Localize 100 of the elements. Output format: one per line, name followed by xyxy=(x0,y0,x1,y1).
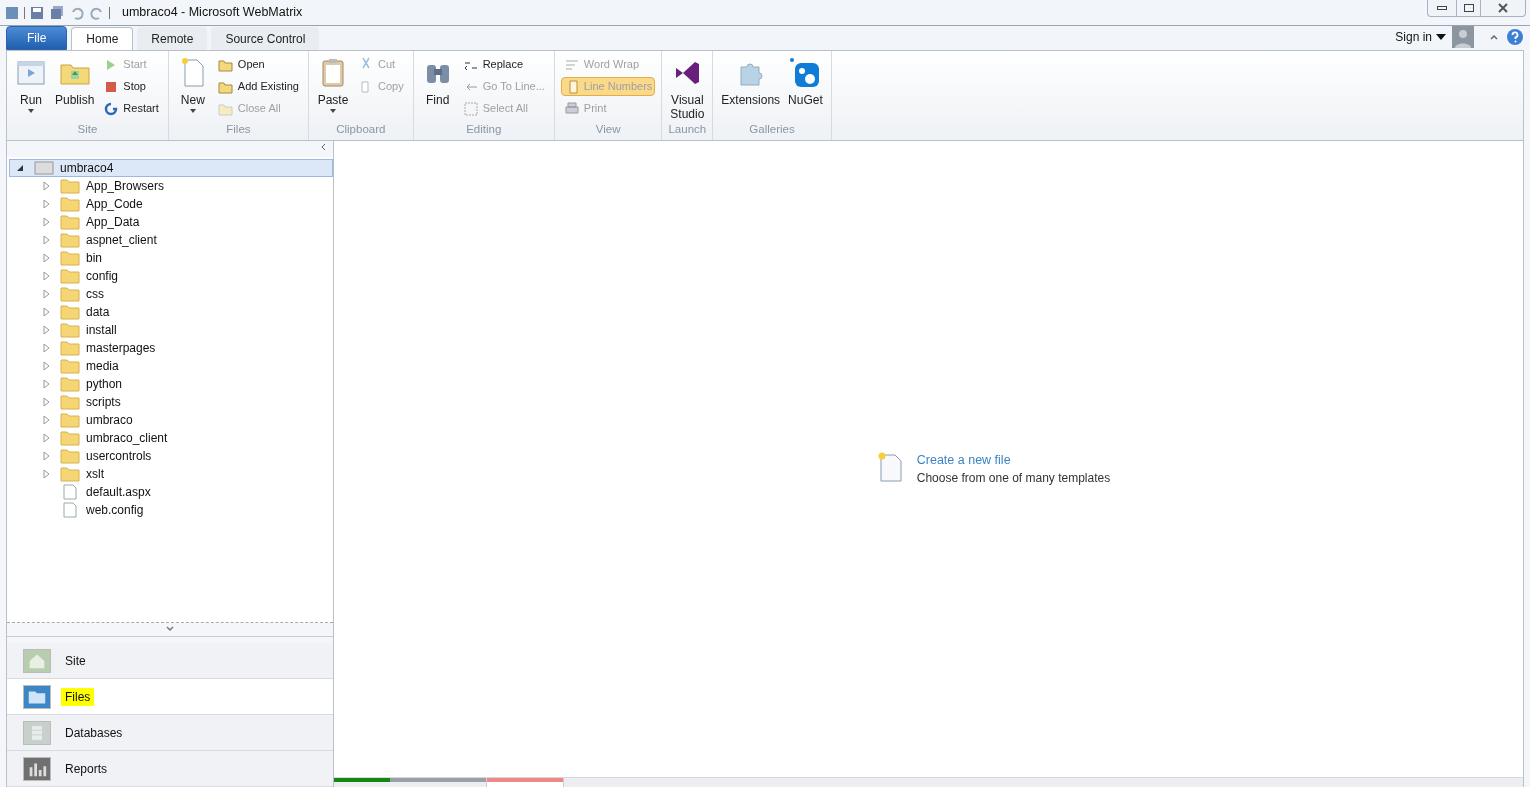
ribbon-tab[interactable]: File xyxy=(6,26,68,50)
collapsed-triangle-icon[interactable] xyxy=(40,180,52,192)
group-label: Files xyxy=(225,121,252,137)
ribbon-small-button[interactable]: Add Existing xyxy=(214,77,302,96)
ribbon-small-button[interactable]: Restart xyxy=(100,99,162,118)
tree-item-label: App_Browsers xyxy=(86,178,165,195)
ribbon-button[interactable]: Paste xyxy=(315,55,351,121)
tree-item[interactable]: xslt xyxy=(9,465,333,483)
group-label: Editing xyxy=(465,121,503,137)
collapsed-triangle-icon[interactable] xyxy=(40,468,52,480)
tree-item[interactable]: umbraco4 xyxy=(9,159,333,177)
folder-icon xyxy=(60,322,80,338)
tree-item[interactable]: App_Code xyxy=(9,195,333,213)
new-document-icon xyxy=(876,450,905,483)
tree-item-label: App_Data xyxy=(86,214,140,231)
tree-item[interactable]: masterpages xyxy=(9,339,333,357)
tree-item-label: masterpages xyxy=(86,340,156,357)
tree-item[interactable]: web.config xyxy=(9,501,333,519)
folder-icon xyxy=(60,394,80,410)
ribbon-small-button[interactable]: Open xyxy=(214,55,302,74)
sign-in-dropdown[interactable]: Sign in xyxy=(1395,28,1446,46)
collapsed-triangle-icon[interactable] xyxy=(40,198,52,210)
collapsed-triangle-icon[interactable] xyxy=(40,432,52,444)
save-all-icon[interactable] xyxy=(49,4,65,21)
tree-item[interactable]: usercontrols xyxy=(9,447,333,465)
workspace-tab[interactable]: Reports xyxy=(7,751,333,787)
hint-description: Choose from one of many templates xyxy=(916,470,1111,488)
tree-item[interactable]: config xyxy=(9,267,333,285)
tree-item-label: install xyxy=(86,322,117,339)
collapsed-triangle-icon[interactable] xyxy=(40,216,52,228)
group-label: View xyxy=(594,121,622,137)
app-icon[interactable] xyxy=(4,4,20,21)
ribbon-button[interactable]: Visual Studio xyxy=(668,55,707,121)
tree-item[interactable]: python xyxy=(9,375,333,393)
tree-item[interactable]: aspnet_client xyxy=(9,231,333,249)
tree-item-label: umbraco4 xyxy=(60,160,114,177)
tree-item[interactable]: bin xyxy=(9,249,333,267)
tree-item-label: xslt xyxy=(86,466,104,483)
tree-item[interactable]: css xyxy=(9,285,333,303)
workspace-tab[interactable]: Files xyxy=(7,679,333,715)
collapsed-triangle-icon[interactable] xyxy=(40,414,52,426)
ribbon-button[interactable]: NuGet xyxy=(786,55,825,121)
collapsed-triangle-icon[interactable] xyxy=(40,450,52,462)
tree-item[interactable]: install xyxy=(9,321,333,339)
tree-item[interactable]: umbraco_client xyxy=(9,429,333,447)
tree-item-label: web.config xyxy=(86,502,144,519)
ribbon-tab[interactable]: Source Control xyxy=(211,27,320,50)
collapsed-triangle-icon[interactable] xyxy=(40,324,52,336)
create-file-link[interactable]: Create a new file xyxy=(916,450,1111,470)
collapsed-triangle-icon[interactable] xyxy=(40,306,52,318)
workspace-tab[interactable]: Site xyxy=(7,643,333,679)
ribbon-button[interactable]: Extensions xyxy=(719,55,783,121)
ribbon-tab[interactable]: Remote xyxy=(137,27,208,50)
collapsed-triangle-icon[interactable] xyxy=(40,396,52,408)
bar-chart-icon xyxy=(23,756,51,781)
ribbon-tab[interactable]: Home xyxy=(71,27,134,50)
ribbon-button[interactable]: Find xyxy=(419,55,456,121)
tree-item-label: bin xyxy=(86,250,102,267)
folder-icon xyxy=(60,430,80,446)
tree-item-label: python xyxy=(86,376,123,393)
folder-icon xyxy=(60,358,80,374)
tree-item-label: default.aspx xyxy=(86,484,151,501)
tree-item[interactable]: data xyxy=(9,303,333,321)
tree-item-label: umbraco xyxy=(86,412,133,429)
ribbon-button[interactable]: Run xyxy=(13,55,49,121)
folder-icon xyxy=(60,448,80,464)
ribbon-small-button[interactable]: Replace xyxy=(459,55,548,74)
tree-item-label: usercontrols xyxy=(86,448,152,465)
collapsed-triangle-icon[interactable] xyxy=(40,342,52,354)
collapsed-triangle-icon[interactable] xyxy=(40,360,52,372)
collapsed-triangle-icon[interactable] xyxy=(40,234,52,246)
help-icon[interactable] xyxy=(1506,28,1524,46)
tree-item[interactable]: umbraco xyxy=(9,411,333,429)
collapsed-triangle-icon[interactable] xyxy=(40,252,52,264)
folder-icon xyxy=(60,232,80,248)
collapsed-triangle-icon[interactable] xyxy=(40,288,52,300)
collapsed-triangle-icon[interactable] xyxy=(40,378,52,390)
tree-item[interactable]: App_Data xyxy=(9,213,333,231)
document-tab[interactable] xyxy=(487,778,564,787)
ribbon-button[interactable]: New xyxy=(174,55,211,121)
tree-item[interactable]: scripts xyxy=(9,393,333,411)
tree-item[interactable]: default.aspx xyxy=(9,483,333,501)
tree-item-label: config xyxy=(86,268,119,285)
user-avatar-icon[interactable] xyxy=(1452,26,1474,48)
document-tab[interactable] xyxy=(334,778,487,787)
tree-item-label: App_Code xyxy=(86,196,143,213)
folder-icon xyxy=(60,412,80,428)
house-icon xyxy=(23,648,51,673)
ribbon-button[interactable]: Publish xyxy=(53,55,97,121)
tree-item-label: css xyxy=(86,286,104,303)
group-label: Site xyxy=(76,121,99,137)
tree-item[interactable]: App_Browsers xyxy=(9,177,333,195)
workspace-tab[interactable]: Databases xyxy=(7,715,333,751)
ribbon-small-button[interactable]: Stop xyxy=(100,77,162,96)
collapsed-triangle-icon[interactable] xyxy=(40,270,52,282)
folder-icon xyxy=(23,684,51,709)
maximize-button[interactable] xyxy=(1456,0,1481,16)
tree-item[interactable]: media xyxy=(9,357,333,375)
save-icon[interactable] xyxy=(29,4,45,21)
folder-icon xyxy=(60,304,80,320)
